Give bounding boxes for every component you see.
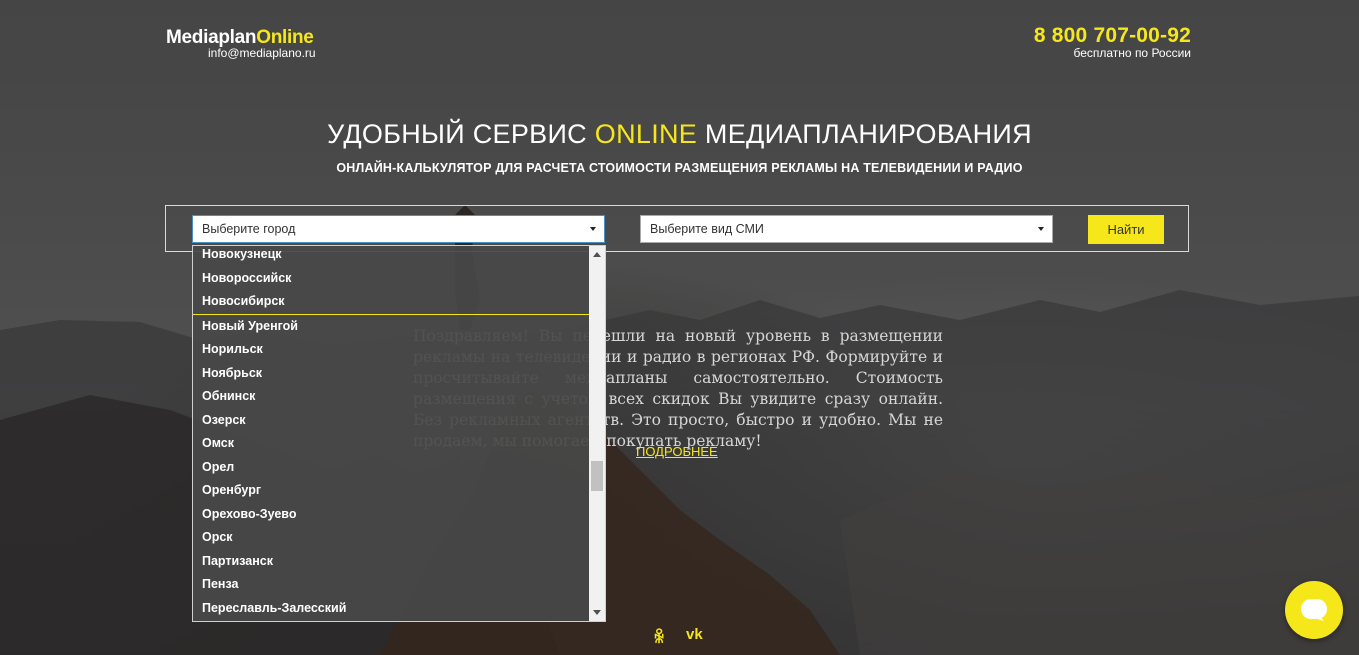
city-option[interactable]: Новороссийск bbox=[193, 267, 589, 291]
logo-main: Mediaplan bbox=[166, 27, 257, 48]
chat-button[interactable] bbox=[1285, 581, 1343, 639]
city-option[interactable]: Новый Уренгой bbox=[193, 315, 589, 339]
media-type-select[interactable]: Выберите вид СМИ bbox=[640, 215, 1053, 243]
phone-block: 8 800 707-00-92 бесплатно по России bbox=[1034, 24, 1191, 60]
more-link[interactable]: ПОДРОБНЕЕ bbox=[636, 444, 718, 459]
odnoklassniki-icon[interactable]: ꆜ bbox=[653, 626, 666, 648]
city-option[interactable]: Оренбург bbox=[193, 479, 589, 503]
city-select-value: Выберите город bbox=[202, 222, 296, 236]
city-option[interactable]: Орск bbox=[193, 526, 589, 550]
vk-icon[interactable]: vk bbox=[686, 626, 703, 643]
chat-bubble-tail bbox=[1316, 612, 1326, 622]
find-button[interactable]: Найти bbox=[1088, 215, 1164, 244]
chevron-down-icon bbox=[1038, 227, 1044, 231]
phone-number[interactable]: 8 800 707-00-92 bbox=[1034, 24, 1191, 48]
city-option[interactable]: Партизанск bbox=[193, 550, 589, 574]
city-option[interactable]: Переславль-Залесский bbox=[193, 597, 589, 621]
city-option[interactable]: Обнинск bbox=[193, 385, 589, 409]
city-option[interactable]: Озерск bbox=[193, 409, 589, 433]
scrollbar-thumb[interactable] bbox=[591, 461, 603, 491]
logo-accent: Online bbox=[256, 27, 314, 48]
city-option[interactable]: Омск bbox=[193, 432, 589, 456]
city-option[interactable]: Норильск bbox=[193, 338, 589, 362]
city-option-highlighted[interactable]: Новосибирск bbox=[193, 290, 589, 315]
page-title: УДОБНЫЙ СЕРВИС ONLINE МЕДИАПЛАНИРОВАНИЯ bbox=[0, 119, 1359, 150]
city-option[interactable]: Ноябрьск bbox=[193, 362, 589, 386]
contact-email[interactable]: info@mediaplano.ru bbox=[208, 46, 316, 60]
title-part-end: МЕДИАПЛАНИРОВАНИЯ bbox=[697, 119, 1032, 149]
chevron-down-icon bbox=[590, 227, 596, 231]
city-dropdown-list[interactable]: Новокузнецк Новороссийск Новосибирск Нов… bbox=[192, 245, 606, 622]
title-part: УДОБНЫЙ СЕРВИС bbox=[327, 119, 595, 149]
city-option[interactable]: Орехово-Зуево bbox=[193, 503, 589, 527]
city-option[interactable]: Орел bbox=[193, 456, 589, 480]
scroll-up-arrow-icon[interactable] bbox=[593, 252, 601, 257]
page-subtitle: ОНЛАЙН-КАЛЬКУЛЯТОР ДЛЯ РАСЧЕТА СТОИМОСТИ… bbox=[336, 161, 1023, 175]
dropdown-scrollbar[interactable] bbox=[589, 246, 605, 621]
city-option[interactable]: Пенза bbox=[193, 573, 589, 597]
scroll-down-arrow-icon[interactable] bbox=[593, 610, 601, 615]
city-option[interactable]: Новокузнецк bbox=[193, 246, 589, 267]
phone-note: бесплатно по России bbox=[1073, 46, 1191, 60]
city-select[interactable]: Выберите город bbox=[192, 215, 605, 243]
media-select-value: Выберите вид СМИ bbox=[650, 222, 764, 236]
title-accent: ONLINE bbox=[594, 119, 698, 149]
